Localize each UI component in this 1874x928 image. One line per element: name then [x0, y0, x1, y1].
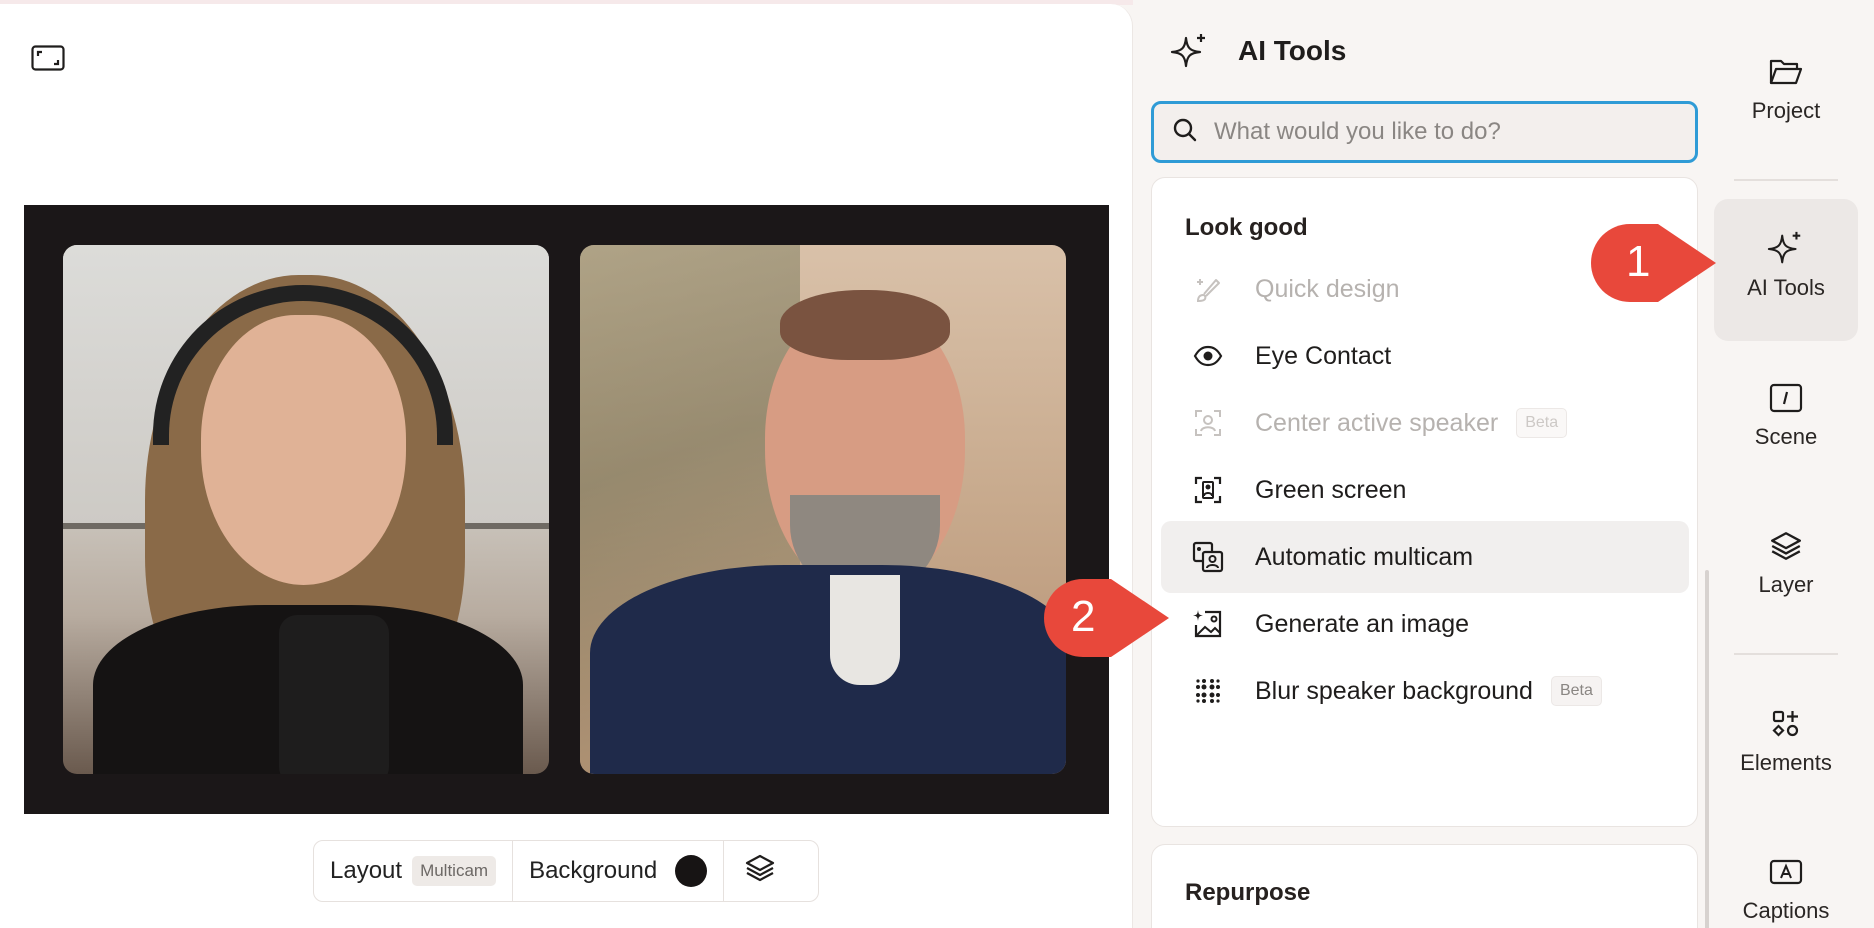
camera-feed-right: [580, 245, 1066, 774]
camera-feed-left: [63, 245, 549, 774]
eye-icon: [1191, 339, 1225, 373]
background-button[interactable]: Background: [512, 841, 723, 901]
beta-badge: Beta: [1516, 408, 1568, 438]
scene-icon: [1766, 378, 1806, 418]
callout-number: 1: [1626, 237, 1651, 286]
tool-label: Blur speaker background: [1255, 676, 1533, 705]
folder-icon: [1766, 52, 1806, 92]
layout-button[interactable]: Layout Multicam: [314, 841, 512, 901]
section-title: Look good: [1185, 214, 1308, 241]
rail-divider: [1734, 653, 1838, 655]
sparkle-icon: [1766, 229, 1806, 269]
rail-item-ai-tools[interactable]: AI Tools: [1714, 199, 1858, 341]
rail-divider: [1734, 179, 1838, 181]
rail-label: Project: [1751, 98, 1821, 123]
rail-label: Scene: [1754, 424, 1818, 449]
search-input[interactable]: [1214, 118, 1674, 146]
tool-automatic-multicam[interactable]: Automatic multicam: [1161, 521, 1689, 593]
paintbrush-sparkle-icon: [1191, 272, 1225, 306]
beta-badge: Beta: [1550, 676, 1602, 706]
video-preview[interactable]: [24, 205, 1109, 814]
center-speaker-icon: [1191, 406, 1225, 440]
search-box[interactable]: [1151, 101, 1698, 163]
rail-label: Elements: [1740, 750, 1832, 775]
layers-button[interactable]: [723, 841, 796, 901]
canvas-area: Layout Multicam Background: [0, 4, 1133, 928]
tool-label: Automatic multicam: [1255, 542, 1474, 571]
elements-icon: [1766, 704, 1806, 744]
tool-eye-contact[interactable]: Eye Contact: [1161, 320, 1689, 392]
app-root: Layout Multicam Background AI Tools Look…: [0, 0, 1874, 928]
tool-label: Center active speaker: [1255, 408, 1499, 437]
layout-label: Layout: [330, 857, 403, 884]
tool-label: Green screen: [1255, 475, 1407, 504]
tool-blur-speaker-background[interactable]: Blur speaker background Beta: [1161, 655, 1689, 727]
rail-item-scene[interactable]: Scene: [1714, 378, 1858, 468]
tool-generate-image[interactable]: Generate an image: [1161, 588, 1689, 660]
person-frame-icon: [1191, 473, 1225, 507]
section-title: Repurpose: [1185, 879, 1311, 906]
rail-label: AI Tools: [1747, 275, 1825, 300]
layers-icon: [744, 852, 776, 891]
rail-item-elements[interactable]: Elements: [1714, 704, 1858, 794]
layers-icon: [1766, 526, 1806, 566]
search-icon: [1172, 117, 1198, 148]
tool-center-active-speaker[interactable]: Center active speaker Beta: [1161, 387, 1689, 459]
sparkle-icon: [1170, 32, 1210, 72]
background-label: Background: [529, 857, 658, 884]
multicam-icon: [1191, 540, 1225, 574]
blur-dots-icon: [1191, 674, 1225, 708]
tool-green-screen[interactable]: Green screen: [1161, 454, 1689, 526]
rail-label: Captions: [1742, 898, 1830, 923]
rail-item-project[interactable]: Project: [1714, 52, 1858, 142]
rail-item-captions[interactable]: Captions: [1714, 852, 1858, 928]
rail-item-layer[interactable]: Layer: [1714, 526, 1858, 616]
callout-number: 2: [1071, 592, 1096, 641]
image-sparkle-icon: [1191, 607, 1225, 641]
captions-icon: [1766, 852, 1806, 892]
callout-1: 1: [1588, 222, 1718, 309]
tool-label: Quick design: [1255, 274, 1400, 303]
background-color-swatch: [675, 855, 708, 887]
panel-scrollbar[interactable]: [1705, 570, 1709, 928]
callout-2: 2: [1041, 577, 1171, 664]
tool-label: Generate an image: [1255, 609, 1470, 638]
layout-value-tag: Multicam: [412, 856, 497, 886]
panel-title: AI Tools: [1238, 35, 1347, 66]
section-repurpose: Repurpose: [1151, 844, 1698, 928]
tool-label: Eye Contact: [1255, 341, 1392, 370]
rail-label: Layer: [1758, 572, 1814, 597]
fullscreen-icon[interactable]: [28, 42, 68, 74]
layout-toolbar: Layout Multicam Background: [313, 840, 819, 902]
